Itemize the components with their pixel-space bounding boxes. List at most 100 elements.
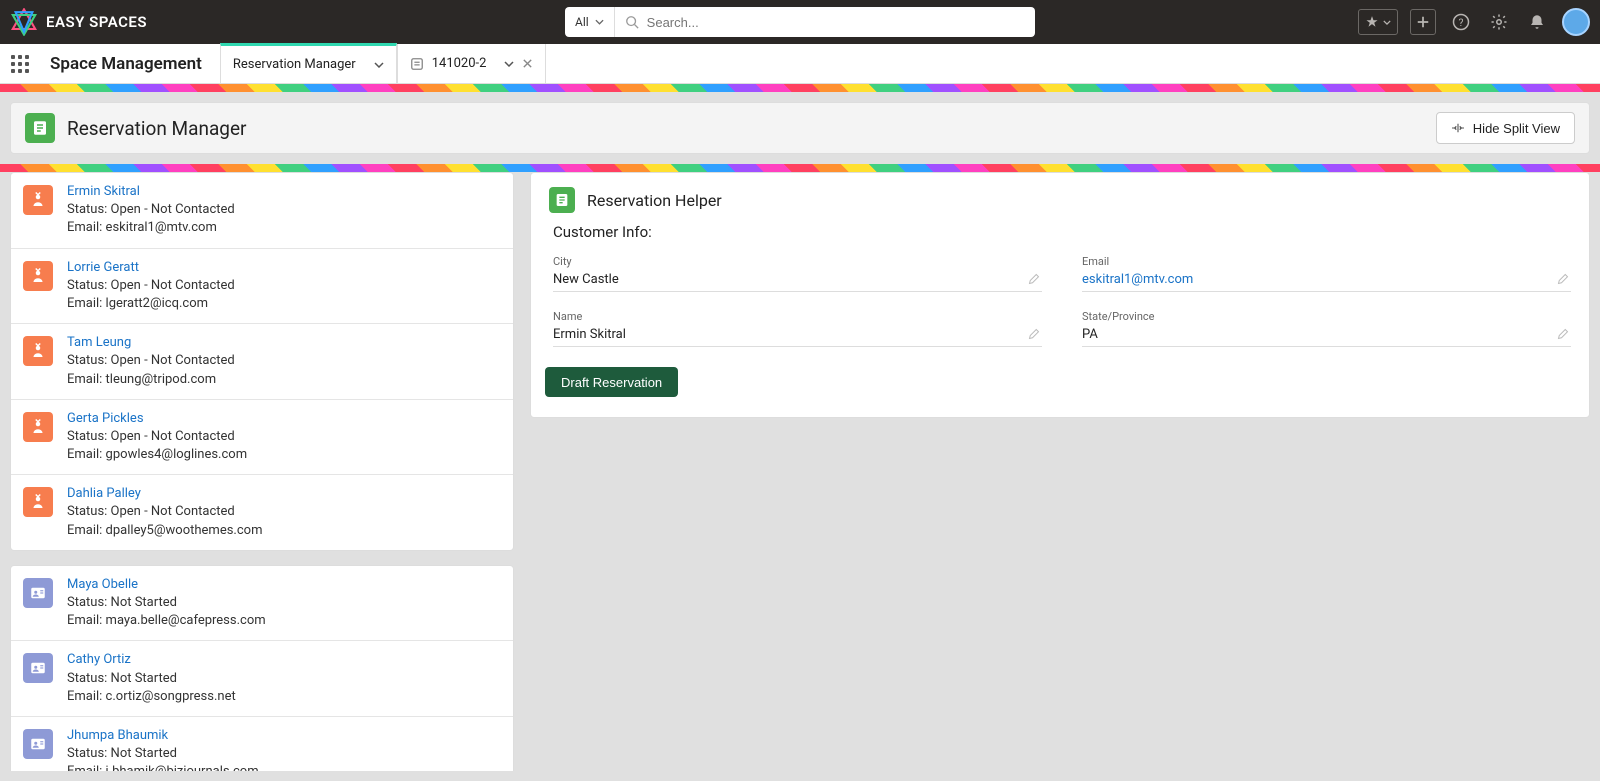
app-launcher[interactable] [0,44,40,84]
record-status: Status: Not Started [67,670,501,688]
record-email: Email: gpowles4@loglines.com [67,446,501,464]
list-item[interactable]: Tam LeungStatus: Open - Not ContactedEma… [11,324,513,400]
help-button[interactable]: ? [1448,9,1474,35]
chevron-down-icon[interactable] [504,61,514,67]
search-scope-dropdown[interactable]: All [565,7,615,37]
global-actions: ? [1358,8,1590,36]
record-name-link[interactable]: Gerta Pickles [67,410,501,428]
list-item[interactable]: Dahlia PalleyStatus: Open - Not Contacte… [11,475,513,550]
decorative-strip [0,84,1600,92]
hide-split-label: Hide Split View [1473,121,1560,136]
tab-record[interactable]: 141020-2 [397,44,547,84]
decorative-strip [0,164,1600,172]
tab-label: 141020-2 [432,56,487,71]
draft-reservation-button[interactable]: Draft Reservation [545,367,678,397]
list-item[interactable]: Jhumpa BhaumikStatus: Not StartedEmail: … [11,717,513,771]
contact-icon [23,578,53,608]
lead-icon [23,261,53,291]
svg-text:?: ? [1459,16,1464,29]
contact-icon [23,729,53,759]
list-item[interactable]: Maya ObelleStatus: Not StartedEmail: may… [11,566,513,642]
edit-icon[interactable] [1557,328,1569,340]
contacts-list: Maya ObelleStatus: Not StartedEmail: may… [10,565,514,771]
section-label: Customer Info: [553,223,1571,241]
field-label: Name [553,310,1042,323]
plus-icon [1416,15,1430,29]
record-name-link[interactable]: Lorrie Geratt [67,259,501,277]
list-item[interactable]: Cathy OrtizStatus: Not StartedEmail: c.o… [11,641,513,717]
record-name-link[interactable]: Tam Leung [67,334,501,352]
list-item[interactable]: Gerta PicklesStatus: Open - Not Contacte… [11,400,513,476]
edit-icon[interactable] [1028,273,1040,285]
tab-label: Reservation Manager [233,57,356,72]
setup-button[interactable] [1486,9,1512,35]
record-name-link[interactable]: Dahlia Palley [67,485,501,503]
lead-icon [23,185,53,215]
field-state: State/Province PA [1082,310,1571,347]
logo-icon [10,8,38,36]
waffle-icon [11,55,29,73]
chevron-down-icon [595,19,604,25]
field-value[interactable]: eskitral1@mtv.com [1082,272,1571,287]
field-label: City [553,255,1042,268]
add-button[interactable] [1410,9,1436,35]
global-search[interactable]: All [565,7,1035,37]
record-email: Email: eskitral1@mtv.com [67,219,501,237]
lead-icon [23,487,53,517]
edit-icon[interactable] [1028,328,1040,340]
notifications-button[interactable] [1524,9,1550,35]
gear-icon [1490,13,1508,31]
field-name: Name Ermin Skitral [553,310,1042,347]
favorites-button[interactable] [1358,9,1398,35]
record-name-link[interactable]: Jhumpa Bhaumik [67,727,501,745]
field-label: State/Province [1082,310,1571,323]
app-nav: Space Management Reservation Manager 141… [0,44,1600,84]
edit-icon[interactable] [1557,273,1569,285]
record-email: Email: c.ortiz@songpress.net [67,688,501,706]
left-panel: Ermin SkitralStatus: Open - Not Contacte… [10,172,514,771]
record-name-link[interactable]: Ermin Skitral [67,183,501,201]
page-title: Reservation Manager [67,117,246,140]
tab-reservation-manager[interactable]: Reservation Manager [220,43,397,84]
brand-name: EASY SPACES [46,13,147,31]
orders-icon [410,57,424,71]
page-header: Reservation Manager Hide Split View [10,102,1590,154]
field-label: Email [1082,255,1571,268]
record-status: Status: Not Started [67,594,501,612]
helper-title: Reservation Helper [587,191,722,210]
lead-icon [23,336,53,366]
record-email: Email: dpalley5@woothemes.com [67,522,501,540]
search-scope-label: All [575,15,589,29]
record-status: Status: Open - Not Contacted [67,277,501,295]
search-input[interactable] [647,15,1025,30]
chevron-down-icon[interactable] [374,62,384,68]
field-value: New Castle [553,272,1042,287]
close-tab-button[interactable] [522,58,533,69]
record-status: Status: Open - Not Contacted [67,503,501,521]
split-view-icon [1451,122,1465,134]
record-email: Email: tleung@tripod.com [67,371,501,389]
search-icon [625,15,639,29]
helper-icon [549,187,575,213]
record-email: Email: lgeratt2@icq.com [67,295,501,313]
user-avatar[interactable] [1562,8,1590,36]
record-status: Status: Not Started [67,745,501,763]
help-icon: ? [1452,13,1470,31]
list-item[interactable]: Ermin SkitralStatus: Open - Not Contacte… [11,173,513,249]
page-header-icon [25,113,55,143]
record-status: Status: Open - Not Contacted [67,352,501,370]
right-panel: Reservation Helper Customer Info: City N… [530,172,1590,771]
contact-icon [23,653,53,683]
record-status: Status: Open - Not Contacted [67,201,501,219]
lead-icon [23,412,53,442]
record-email: Email: maya.belle@cafepress.com [67,612,501,630]
field-city: City New Castle [553,255,1042,292]
record-email: Email: j.bhamik@bizjournals.com [67,763,501,771]
field-value: Ermin Skitral [553,327,1042,342]
record-name-link[interactable]: Cathy Ortiz [67,651,501,669]
list-item[interactable]: Lorrie GerattStatus: Open - Not Contacte… [11,249,513,325]
record-name-link[interactable]: Maya Obelle [67,576,501,594]
hide-split-view-button[interactable]: Hide Split View [1436,112,1575,144]
record-status: Status: Open - Not Contacted [67,428,501,446]
star-icon [1365,15,1379,29]
